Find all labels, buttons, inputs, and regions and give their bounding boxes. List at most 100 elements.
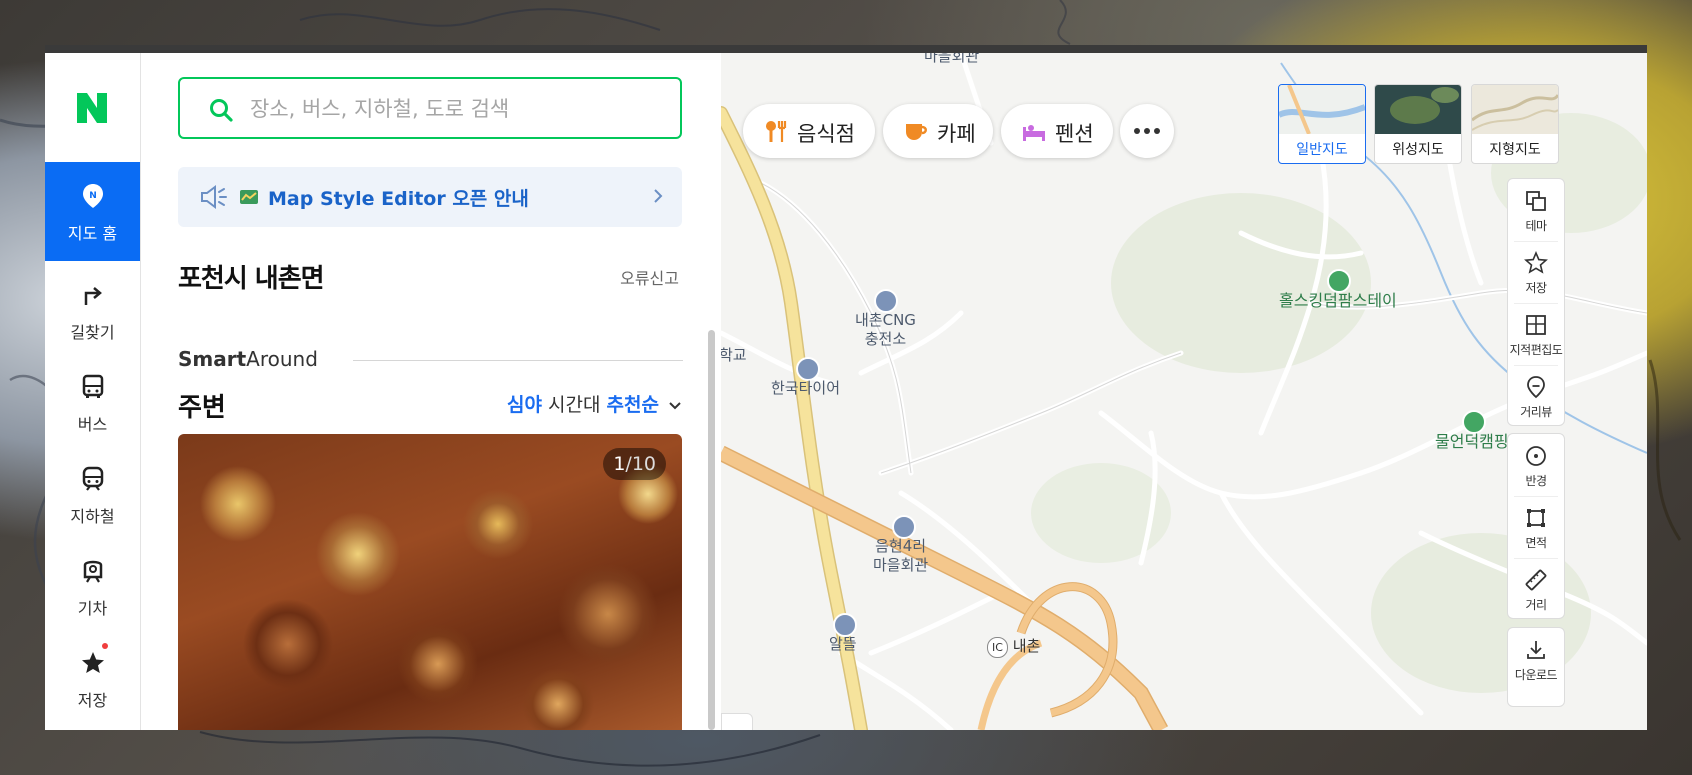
map-label-line: 내촌CNG [855,311,916,329]
tool-label: 지적편집도 [1509,343,1563,357]
tool-distance-button[interactable]: 거리 [1508,558,1564,620]
rail-item-label: 기차 [77,599,108,618]
repair-shop-pin-icon[interactable] [796,357,820,381]
satellite-thumbnail [1375,85,1461,134]
ic-badge: IC [987,637,1008,658]
tool-label: 저장 [1525,281,1547,295]
map-label-tire-shop[interactable]: 한국타이어 [771,379,840,398]
photo-counter-total: /10 [625,453,656,475]
map-label-school[interactable]: 학교 [721,346,747,365]
gas-station-pin-icon[interactable] [833,613,857,637]
map-type-satellite[interactable]: 위성지도 [1374,84,1462,164]
map-label-line: 마을회관 [873,556,929,574]
panel-scrollbar[interactable] [708,330,715,730]
notice-banner[interactable]: Map Style Editor 오픈 안내 [178,167,682,227]
camping-pin-icon[interactable] [1327,269,1351,293]
naver-logo-icon[interactable] [75,91,109,125]
radius-icon [1526,446,1546,466]
photo-counter-current: 1 [613,453,626,475]
map-pin-icon: N [83,184,103,208]
more-dot [1154,128,1160,134]
area-icon [1527,509,1545,527]
nearby-filter-dropdown[interactable]: 심야 시간대 추천순 [507,390,681,417]
map-label-cng-station[interactable]: 내촌CNG 충전소 [855,311,916,349]
tool-label: 반경 [1525,474,1547,488]
search-panel: Map Style Editor 오픈 안내 포천시 내촌면 오류신고 Smar… [141,53,721,730]
star-icon [82,652,104,673]
navigation-rail: N 지도 홈 길찾기 버스 지하철 기차 저장 [45,53,141,730]
more-dot [1134,128,1140,134]
nearby-title: 주변 [178,393,226,423]
ic-name: 내촌 [1012,637,1041,655]
cafe-icon [906,124,927,140]
gas-station-pin-icon[interactable] [874,289,898,313]
rail-item-label: 버스 [77,415,108,434]
rail-item-bus[interactable]: 버스 [45,353,140,452]
map-type-label: 지형지도 [1489,142,1541,158]
map-label-altteul[interactable]: 알뜰 [829,635,857,654]
filter-time: 심야 [506,394,542,416]
category-restaurant-button[interactable]: 음식점 [743,104,875,158]
map-thumbnail [1279,85,1365,134]
category-pension-button[interactable]: 펜션 [1001,104,1113,158]
map-label-eumhyeon-village-hall[interactable]: 음현4리 마을회관 [873,537,928,575]
map-label-horse-kingdom[interactable]: 홀스킹덤팜스테이 [1279,291,1397,310]
map-type-label: 위성지도 [1392,142,1444,158]
window-top-bar [45,45,1647,53]
rail-item-label: 지도 홈 [67,224,118,243]
map-tools-top: 테마 저장 지적편집도 거리뷰 [1507,178,1565,426]
chevron-down-icon [669,402,681,410]
more-dot [1144,128,1150,134]
rail-item-subway[interactable]: 지하철 [45,445,140,544]
cadastral-icon [1526,315,1546,335]
rail-item-label: 지하철 [70,507,115,526]
tool-street-view-button[interactable]: 거리뷰 [1508,365,1564,427]
map-tools-measure: 반경 면적 거리 [1507,433,1565,619]
filter-time-suffix: 시간대 [548,394,601,416]
map-label-village-hall[interactable]: 마을회관 [924,53,979,66]
map-label-camping[interactable]: 물언덕캠핑 [1435,432,1509,451]
rail-item-directions[interactable]: 길찾기 [45,261,140,360]
tool-label: 다운로드 [1514,668,1558,682]
tool-theme-button[interactable]: 테마 [1508,179,1564,241]
tool-area-button[interactable]: 면적 [1508,496,1564,558]
search-icon [210,99,233,122]
map-canvas[interactable]: 마을회관 내촌CNG 충전소 학교 한국타이어 음현4리 마을회관 알뜰 IC … [721,53,1647,730]
directions-icon [84,287,102,305]
report-error-link[interactable]: 오류신고 [620,265,679,289]
map-tools-download: 다운로드 [1507,627,1565,707]
rail-item-train[interactable]: 기차 [45,537,140,636]
search-box[interactable] [178,77,682,139]
smart-around-heading: SmartAround [178,347,318,371]
rail-item-saved[interactable]: 저장 [45,629,140,728]
map-emoji-icon [240,190,258,204]
category-label: 음식점 [797,122,855,146]
nearby-place-photo[interactable]: 1/10 [178,434,682,730]
map-type-terrain[interactable]: 지형지도 [1471,84,1559,164]
street-view-icon [1527,376,1545,399]
bus-icon [82,374,104,398]
category-cafe-button[interactable]: 카페 [883,104,993,158]
village-hall-pin-icon[interactable] [892,515,916,539]
map-label-ic[interactable]: IC 내촌 [987,637,1040,658]
rail-item-map-home[interactable]: N 지도 홈 [45,162,140,261]
ruler-icon [1525,569,1547,591]
category-more-button[interactable] [1120,104,1174,158]
divider [353,360,683,361]
tool-radius-button[interactable]: 반경 [1508,434,1564,496]
map-corner-handle[interactable] [721,713,753,730]
notification-dot [102,643,108,649]
tool-label: 테마 [1525,219,1547,233]
star-outline-icon [1524,251,1548,274]
megaphone-icon [201,185,227,209]
download-icon [1527,641,1545,659]
tool-cadastral-button[interactable]: 지적편집도 [1508,303,1564,365]
tool-download-button[interactable]: 다운로드 [1508,628,1564,690]
tool-save-button[interactable]: 저장 [1508,241,1564,303]
camping-pin-icon[interactable] [1462,410,1486,434]
map-type-normal[interactable]: 일반지도 [1278,84,1366,164]
tool-label: 거리뷰 [1520,405,1552,419]
map-type-label: 일반지도 [1296,142,1348,158]
smart-around-bold: Smart [178,347,247,371]
search-input[interactable] [248,89,662,129]
